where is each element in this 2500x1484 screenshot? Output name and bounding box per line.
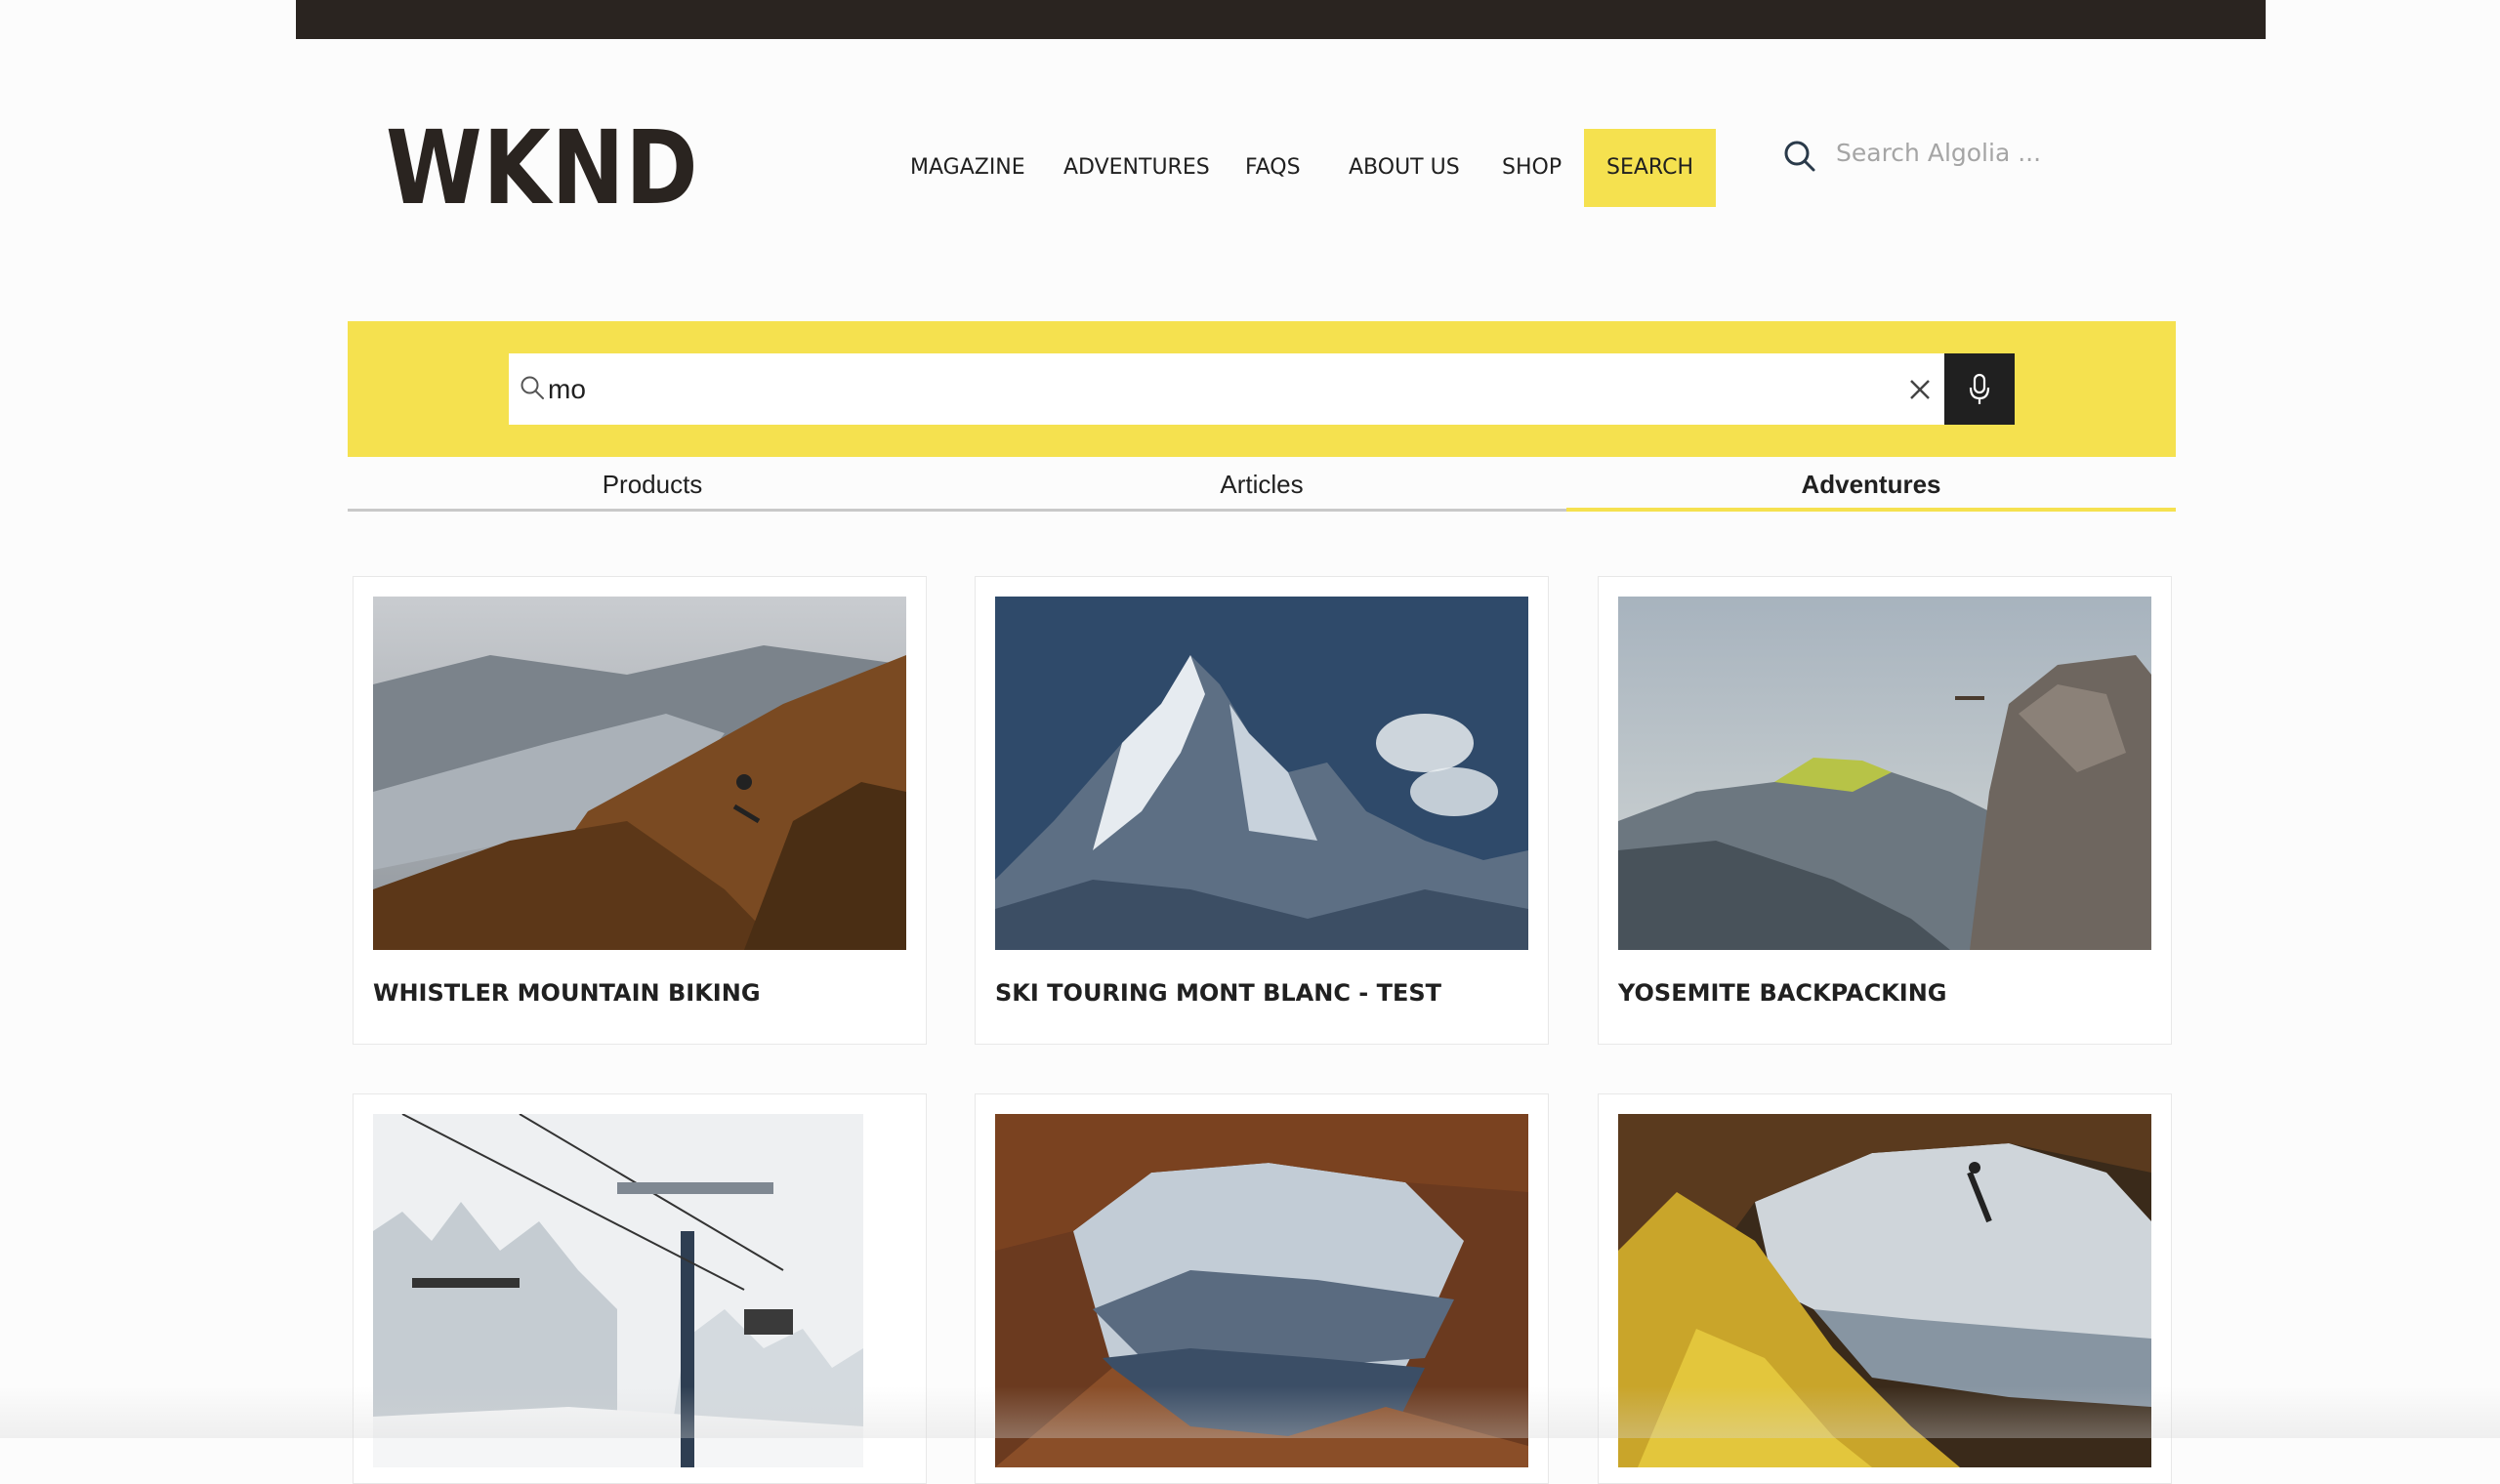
adventure-image[interactable] [373, 597, 906, 950]
nav-item-adventures[interactable]: ADVENTURES [1063, 129, 1210, 207]
nav-item-magazine[interactable]: MAGAZINE [910, 129, 1025, 207]
nav-item-faqs[interactable]: FAQS [1245, 129, 1301, 207]
top-bar [296, 0, 2266, 39]
adventure-image[interactable] [373, 1114, 863, 1467]
adventure-card[interactable] [1598, 1093, 2172, 1484]
adventure-card[interactable] [353, 1093, 927, 1484]
adventure-title[interactable]: YOSEMITE BACKPACKING [1618, 979, 1947, 1007]
adventure-image[interactable] [1618, 597, 2151, 950]
adventure-title[interactable]: SKI TOURING MONT BLANC - TEST [995, 979, 1441, 1007]
adventure-card[interactable]: YOSEMITE BACKPACKING [1598, 576, 2172, 1045]
nav-search-button[interactable]: SEARCH [1584, 129, 1716, 207]
search-icon [521, 376, 544, 399]
tab-adventures[interactable]: Adventures [1566, 457, 2176, 512]
close-icon[interactable] [1907, 377, 1933, 402]
search-input[interactable]: mo [509, 353, 1944, 425]
search-query[interactable]: mo [548, 353, 586, 425]
adventure-image[interactable] [995, 597, 1528, 950]
adventure-image[interactable] [1618, 1114, 2151, 1467]
wknd-logo[interactable]: WKND [386, 117, 698, 219]
nav-item-about-us[interactable]: ABOUT US [1349, 129, 1460, 207]
algolia-search-input[interactable]: Search Algolia ... [1836, 139, 2041, 167]
adventure-card[interactable]: SKI TOURING MONT BLANC - TEST [975, 576, 1549, 1045]
result-tabs: Products Articles Adventures [348, 457, 2176, 512]
tab-products[interactable]: Products [348, 457, 957, 512]
tab-articles[interactable]: Articles [957, 457, 1566, 512]
adventure-title[interactable]: WHISTLER MOUNTAIN BIKING [373, 979, 761, 1007]
voice-search-button[interactable] [1944, 353, 2015, 425]
microphone-icon [1969, 373, 1990, 404]
adventure-image[interactable] [995, 1114, 1528, 1467]
search-icon[interactable] [1783, 140, 1816, 173]
adventure-card[interactable]: WHISTLER MOUNTAIN BIKING [353, 576, 927, 1045]
nav-item-shop[interactable]: SHOP [1502, 129, 1562, 207]
adventure-card[interactable] [975, 1093, 1549, 1484]
